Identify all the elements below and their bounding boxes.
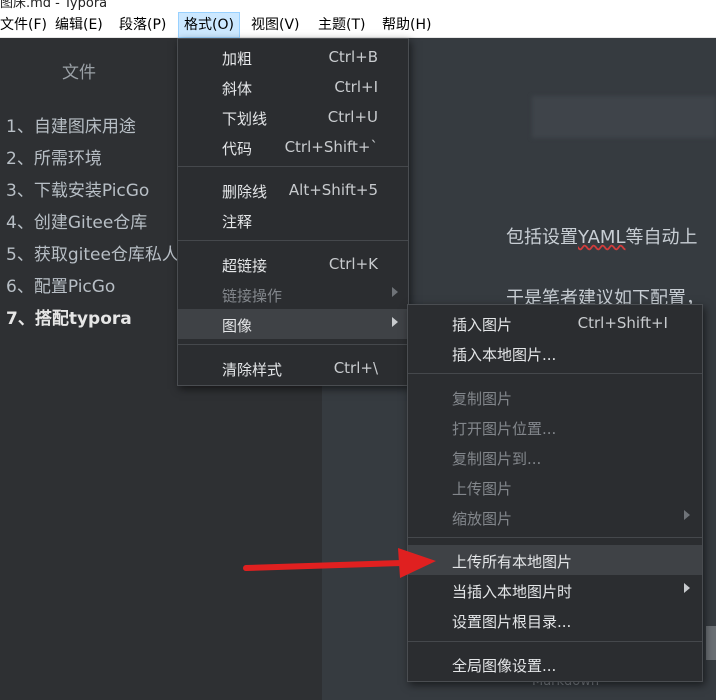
outline-item[interactable]: 3、下载安装PicGo (6, 176, 149, 201)
menu-separator (178, 166, 408, 167)
menu-item-comment[interactable]: 注释 (178, 205, 408, 235)
menu-separator (178, 240, 408, 241)
submenu-arrow-icon (684, 583, 690, 593)
menu-item-strikethrough[interactable]: 删除线 Alt+Shift+5 (178, 175, 408, 205)
menu-item-label: 复制图片到... (452, 450, 542, 468)
menu-item-zoom-image[interactable]: 缩放图片 (408, 502, 702, 532)
menu-item-shortcut: Ctrl+I (334, 78, 378, 96)
menu-item-label: 下划线 (222, 110, 268, 128)
menu-item-shortcut: Ctrl+B (328, 48, 378, 66)
menu-item-label: 插入本地图片... (452, 346, 557, 364)
para-suffix: 等自动上 (625, 227, 698, 248)
menu-item-shortcut: Ctrl+\ (333, 359, 378, 377)
menu-separator (408, 537, 702, 538)
menu-item-copy-image-to[interactable]: 复制图片到... (408, 442, 702, 472)
outline-item[interactable]: 4、创建Gitee仓库 (6, 208, 147, 233)
menu-item-label: 设置图片根目录... (452, 613, 572, 631)
outline-item[interactable]: 5、获取gitee仓库私人 (6, 240, 179, 265)
title-bar: 图床.md - Typora (0, 0, 716, 12)
submenu-arrow-icon (392, 317, 398, 327)
menu-item-label: 代码 (222, 140, 253, 158)
submenu-arrow-icon (392, 287, 398, 297)
menu-edit[interactable]: 编辑(E) (50, 12, 108, 38)
para-prefix: 包括设置 (506, 227, 578, 248)
menu-item-label: 链接操作 (222, 287, 283, 305)
submenu-arrow-icon (684, 510, 690, 520)
menu-item-image[interactable]: 图像 (178, 309, 408, 339)
menu-item-shortcut: Ctrl+Shift+` (284, 138, 378, 156)
image-submenu: 插入图片 Ctrl+Shift+I 插入本地图片... 复制图片 打开图片位置.… (407, 304, 703, 682)
menu-separator (408, 641, 702, 642)
editor-paragraph: 包括设置YAML等自动上 (506, 223, 697, 249)
menu-bar: 文件(F) 编辑(E) 段落(P) 格式(O) 视图(V) 主题(T) 帮助(H… (0, 12, 716, 38)
editor-scrollbar-thumb[interactable] (706, 626, 716, 660)
menu-item-code[interactable]: 代码 Ctrl+Shift+` (178, 132, 408, 162)
menu-separator (408, 373, 702, 374)
menu-item-label: 缩放图片 (452, 510, 513, 528)
outline-item[interactable]: 2、所需环境 (6, 144, 102, 169)
menu-format[interactable]: 格式(O) (178, 12, 240, 38)
menu-item-shortcut: Ctrl+K (328, 255, 378, 273)
menu-item-clear-style[interactable]: 清除样式 Ctrl+\ (178, 353, 408, 383)
menu-item-upload-image[interactable]: 上传图片 (408, 472, 702, 502)
menu-item-label: 打开图片位置... (452, 420, 557, 438)
outline-item[interactable]: 1、自建图床用途 (6, 112, 136, 137)
menu-item-underline[interactable]: 下划线 Ctrl+U (178, 102, 408, 132)
menu-theme[interactable]: 主题(T) (313, 12, 370, 38)
menu-item-label: 全局图像设置... (452, 657, 557, 675)
menu-item-insert-image[interactable]: 插入图片 Ctrl+Shift+I (408, 308, 702, 338)
menu-item-label: 复制图片 (452, 390, 513, 408)
menu-separator (178, 344, 408, 345)
menu-item-italic[interactable]: 斜体 Ctrl+I (178, 72, 408, 102)
sidebar-tab-title[interactable]: 文件 (62, 58, 96, 83)
menu-item-label: 图像 (222, 317, 253, 335)
para-yaml: YAML (578, 227, 626, 248)
outline-item[interactable]: 6、配置PicGo (6, 272, 115, 297)
menu-item-label: 删除线 (222, 183, 268, 201)
menu-item-link-operations[interactable]: 链接操作 (178, 279, 408, 309)
menu-item-hyperlink[interactable]: 超链接 Ctrl+K (178, 249, 408, 279)
menu-item-shortcut: Ctrl+U (327, 108, 378, 126)
menu-item-label: 注释 (222, 213, 253, 231)
window-title: 图床.md - Typora (0, 0, 108, 11)
menu-view[interactable]: 视图(V) (246, 12, 305, 38)
menu-item-label: 上传所有本地图片 (452, 553, 573, 571)
menu-item-upload-all-local-images[interactable]: 上传所有本地图片 (408, 545, 702, 575)
menu-item-copy-image[interactable]: 复制图片 (408, 382, 702, 412)
menu-file[interactable]: 文件(F) (0, 12, 52, 38)
menu-item-label: 超链接 (222, 257, 268, 275)
format-menu: 加粗 Ctrl+B 斜体 Ctrl+I 下划线 Ctrl+U 代码 Ctrl+S… (177, 38, 409, 386)
blurred-heading (532, 96, 716, 138)
menu-item-label: 加粗 (222, 50, 253, 68)
menu-item-label: 插入图片 (452, 316, 513, 334)
menu-item-global-image-settings[interactable]: 全局图像设置... (408, 649, 702, 679)
menu-item-label: 斜体 (222, 80, 253, 98)
menu-item-when-insert-local-image[interactable]: 当插入本地图片时 (408, 575, 702, 605)
outline-item-active[interactable]: 7、搭配typora (6, 304, 132, 329)
menu-item-shortcut: Ctrl+Shift+I (577, 314, 668, 332)
menu-item-bold[interactable]: 加粗 Ctrl+B (178, 42, 408, 72)
menu-item-insert-local-image[interactable]: 插入本地图片... (408, 338, 702, 368)
menu-item-set-image-root[interactable]: 设置图片根目录... (408, 605, 702, 635)
menu-help[interactable]: 帮助(H) (377, 12, 436, 38)
menu-item-label: 清除样式 (222, 361, 283, 379)
menu-paragraph[interactable]: 段落(P) (114, 12, 171, 38)
menu-item-label: 上传图片 (452, 480, 513, 498)
menu-item-open-image-location[interactable]: 打开图片位置... (408, 412, 702, 442)
annotation-arrow-icon (243, 548, 436, 578)
menu-item-shortcut: Alt+Shift+5 (288, 181, 378, 199)
menu-item-label: 当插入本地图片时 (452, 583, 573, 601)
